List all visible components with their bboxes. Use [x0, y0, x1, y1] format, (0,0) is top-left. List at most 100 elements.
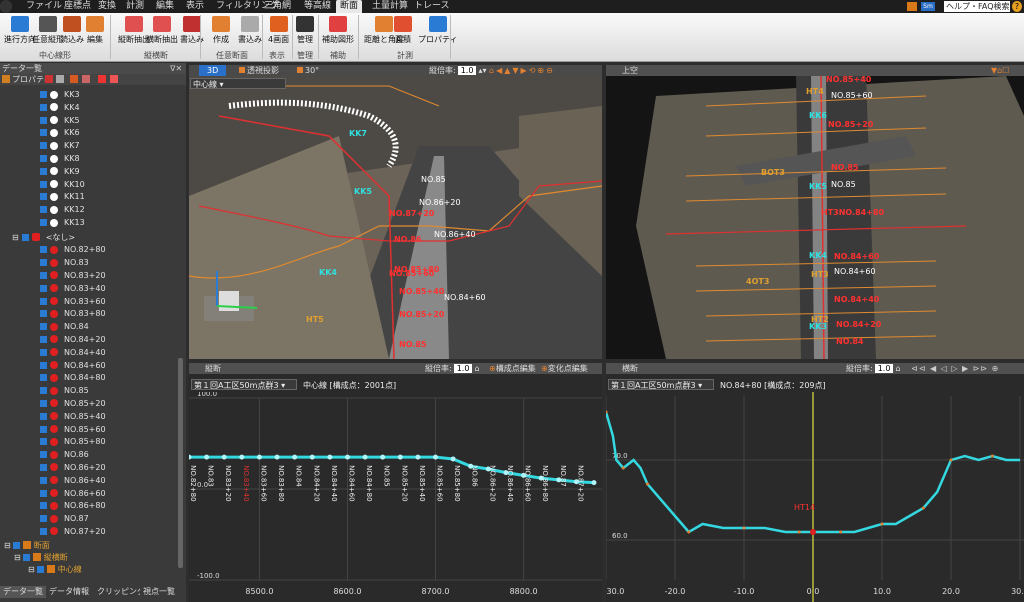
checkbox[interactable] — [40, 438, 47, 446]
tree-item-no[interactable]: NO.83+80 — [40, 308, 106, 320]
help-search-input[interactable]: ヘルプ・FAQ検索 — [944, 1, 1010, 12]
menu-tab-3[interactable]: 計測 — [122, 0, 148, 13]
centerline-combo[interactable]: 中心線 ▾ — [190, 78, 286, 89]
tree-item-no[interactable]: NO.85+20 — [40, 398, 106, 410]
checkbox[interactable] — [22, 553, 30, 561]
checkbox[interactable] — [40, 399, 47, 407]
tree-item-no[interactable]: NO.85+40 — [40, 411, 106, 423]
long-exag-control[interactable]: 縦倍率: 1.0 ⌂ — [425, 363, 480, 374]
checkbox[interactable] — [40, 297, 47, 305]
edit-icon[interactable] — [56, 75, 64, 83]
checkbox[interactable] — [40, 323, 47, 331]
checkbox[interactable] — [40, 348, 47, 356]
layer-icon[interactable] — [98, 75, 106, 83]
menu-tab-10[interactable]: 土量計算 — [368, 0, 412, 13]
checkbox[interactable] — [40, 193, 47, 201]
tree-item-no[interactable]: NO.86+20 — [40, 462, 106, 474]
tree-section[interactable]: ⊟ 断面 — [4, 540, 50, 552]
checkbox[interactable] — [40, 451, 47, 459]
checkbox[interactable] — [40, 335, 47, 343]
menu-tab-8[interactable]: 等高線 — [300, 0, 335, 13]
long-edit1-button[interactable]: ⊕構成点編集 — [489, 363, 536, 374]
ribbon-button-5[interactable]: 横断抽出 — [146, 16, 178, 52]
checkbox[interactable] — [40, 361, 47, 369]
checkbox[interactable] — [40, 463, 47, 471]
tab-perspective[interactable]: 透視投影 — [239, 65, 279, 76]
tree-item-no[interactable]: NO.86+40 — [40, 475, 106, 487]
checkbox[interactable] — [40, 103, 47, 111]
user-icon[interactable]: Sm — [921, 2, 935, 11]
checkbox[interactable] — [40, 476, 47, 484]
tree-item-no[interactable]: NO.82+80 — [40, 244, 106, 256]
tree-group-none[interactable]: ⊟ <なし> — [12, 232, 75, 244]
view-longitudinal[interactable]: 縦断 縦倍率: 1.0 ⌂ ⊕構成点編集 ⊕変化点編集 第１回A工区50m点群3 ▾… — [189, 363, 602, 602]
menu-tab-11[interactable]: トレース — [410, 0, 454, 13]
tree-item-kk[interactable]: KK13 — [40, 217, 85, 229]
checkbox[interactable] — [40, 284, 47, 292]
ribbon-button-10[interactable]: 管理 — [296, 16, 314, 52]
checkbox[interactable] — [40, 310, 47, 318]
tree-item-no[interactable]: NO.86+80 — [40, 500, 106, 512]
menu-tab-7[interactable]: 三角網 — [260, 0, 295, 13]
checkbox[interactable] — [40, 206, 47, 214]
delete-icon[interactable] — [45, 75, 53, 83]
cross-nav-buttons[interactable]: ⊲⊲ ◀ ◁ ▷ ▶ ⊳⊳ ⊕ — [911, 363, 999, 374]
checkbox[interactable] — [40, 387, 47, 395]
help-button[interactable]: ? — [1012, 1, 1022, 12]
ribbon-button-9[interactable]: 4画面 — [268, 16, 289, 52]
ribbon-button-2[interactable]: 読込み — [60, 16, 84, 52]
ribbon-button-14[interactable]: プロパティ — [418, 16, 458, 52]
view-top-tools[interactable]: ▼⌂☐ — [991, 65, 1009, 76]
tree-item-no[interactable]: NO.85+80 — [40, 436, 106, 448]
tree-item-no[interactable]: NO.86 — [40, 449, 89, 461]
checkbox[interactable] — [40, 374, 47, 382]
ribbon-button-7[interactable]: 作成 — [212, 16, 230, 52]
tree-item-kk[interactable]: KK4 — [40, 102, 80, 114]
tab-3d[interactable]: 3D — [199, 65, 227, 76]
tree-item-kk[interactable]: KK8 — [40, 153, 80, 165]
layer2-icon[interactable] — [110, 75, 118, 83]
menu-tab-4[interactable]: 編集 — [152, 0, 178, 13]
tree-centerline[interactable]: ⊟ 中心線 — [28, 564, 82, 576]
checkbox[interactable] — [40, 219, 47, 226]
view-cross[interactable]: 横断 縦倍率: 1.0 ⌂ ⊲⊲ ◀ ◁ ▷ ▶ ⊳⊳ ⊕ 第１回A工区50m点群3… — [606, 363, 1024, 602]
tree-item-no[interactable]: NO.83 — [40, 257, 89, 269]
tree-item-no[interactable]: NO.84+60 — [40, 360, 106, 372]
tree-item-kk[interactable]: KK11 — [40, 191, 85, 203]
tree-item-kk[interactable]: KK3 — [40, 89, 80, 101]
tree-item-no[interactable]: NO.87 — [40, 513, 89, 525]
cross-exag-control[interactable]: 縦倍率: 1.0 ⌂ — [846, 363, 901, 374]
tree-item-no[interactable]: NO.87+20 — [40, 526, 106, 538]
tree-item-no[interactable]: NO.84+20 — [40, 334, 106, 346]
menu-tab-2[interactable]: 変換 — [94, 0, 120, 13]
checkbox[interactable] — [40, 271, 47, 279]
tree-item-no[interactable]: NO.84 — [40, 321, 89, 333]
tree-item-no[interactable]: NO.86+60 — [40, 488, 106, 500]
tree-item-no[interactable]: NO.85+60 — [40, 424, 106, 436]
cross-pointcloud-combo[interactable]: 第１回A工区50m点群3 ▾ — [608, 379, 714, 390]
tree-item-kk[interactable]: KK9 — [40, 166, 80, 178]
checkbox[interactable] — [21, 233, 29, 241]
menu-tab-9[interactable]: 断面 — [336, 0, 363, 13]
app-logo-icon[interactable] — [0, 0, 12, 13]
tree-item-kk[interactable]: KK12 — [40, 204, 85, 216]
checkbox[interactable] — [40, 167, 47, 175]
long-edit2-button[interactable]: ⊕変化点編集 — [541, 363, 588, 374]
bottom-tab-0[interactable]: データ一覧 — [0, 586, 46, 598]
tree-item-kk[interactable]: KK10 — [40, 179, 85, 191]
ribbon-button-8[interactable]: 書込み — [238, 16, 262, 52]
checkbox[interactable] — [40, 515, 47, 523]
checkbox[interactable] — [40, 259, 47, 267]
ribbon-button-3[interactable]: 編集 — [86, 16, 104, 52]
checkbox[interactable] — [12, 541, 20, 549]
tree-item-kk[interactable]: KK5 — [40, 115, 80, 127]
checkbox[interactable] — [40, 412, 47, 420]
checkbox[interactable] — [36, 565, 44, 573]
checkbox[interactable] — [40, 142, 47, 150]
bottom-tab-1[interactable]: データ情報 — [46, 586, 92, 598]
checkbox[interactable] — [40, 180, 47, 188]
bottom-tab-3[interactable]: 視点一覧 — [140, 586, 178, 598]
tree-item-no[interactable]: NO.83+40 — [40, 283, 106, 295]
checkbox[interactable] — [40, 129, 47, 137]
checkbox[interactable] — [40, 502, 47, 510]
